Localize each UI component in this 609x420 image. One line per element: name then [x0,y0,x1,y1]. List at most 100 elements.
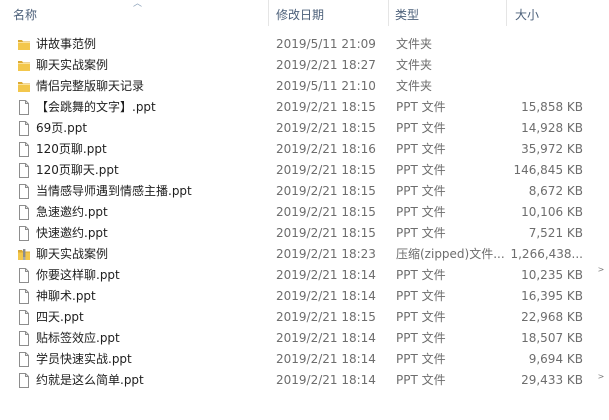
file-date: 2019/5/11 21:10 [276,79,376,93]
file-date: 2019/2/21 18:27 [276,58,376,72]
file-size: 10,235 KB [521,268,583,282]
file-type: 文件夹 [396,58,433,72]
document-icon [17,268,31,283]
document-icon [17,373,31,388]
document-icon [17,331,31,346]
file-row[interactable]: 120页聊天.ppt 2019/2/21 18:15 PPT 文件 146,84… [0,160,609,181]
file-size [506,55,583,76]
column-header-bar: 名称 ︿ 修改日期 类型 大小 [0,0,609,26]
file-type: PPT 文件 [396,121,446,135]
file-row[interactable]: 120页聊.ppt 2019/2/21 18:16 PPT 文件 35,972 … [0,139,609,160]
file-date: 2019/2/21 18:14 [276,289,376,303]
file-type: 压缩(zipped)文件... [396,247,504,261]
file-name: 快速邀约.ppt [36,226,108,240]
file-type: PPT 文件 [396,289,446,303]
file-row[interactable]: 四天.ppt 2019/2/21 18:15 PPT 文件 22,968 KB [0,307,609,328]
file-name: 急速邀约.ppt [36,205,108,219]
file-date: 2019/2/21 18:23 [276,247,376,261]
file-type: PPT 文件 [396,163,446,177]
file-size: 14,928 KB [521,121,583,135]
file-row[interactable]: 学员快速实战.ppt 2019/2/21 18:14 PPT 文件 9,694 … [0,349,609,370]
file-type: PPT 文件 [396,226,446,240]
file-row[interactable]: 【会跳舞的文字】.ppt 2019/2/21 18:15 PPT 文件 15,8… [0,97,609,118]
sort-ascending-icon: ︿ [133,0,143,9]
file-name: 四天.ppt [36,310,84,324]
file-row[interactable]: 约就是这么简单.ppt 2019/2/21 18:14 PPT 文件 29,43… [0,370,609,391]
file-date: 2019/2/21 18:15 [276,184,376,198]
document-icon [17,142,31,157]
folder-icon [17,37,31,52]
file-size: 1,266,438... [510,247,583,261]
file-type: PPT 文件 [396,310,446,324]
file-type: PPT 文件 [396,268,446,282]
file-type: 文件夹 [396,79,433,93]
file-row[interactable]: 聊天实战案例 2019/2/21 18:27 文件夹 [0,55,609,76]
file-date: 2019/2/21 18:14 [276,331,376,345]
file-date: 2019/2/21 18:15 [276,163,376,177]
file-size: 15,858 KB [521,100,583,114]
file-date: 2019/2/21 18:15 [276,100,376,114]
file-date: 2019/2/21 18:15 [276,205,376,219]
file-row[interactable]: 69页.ppt 2019/2/21 18:15 PPT 文件 14,928 KB [0,118,609,139]
file-name: 神聊术.ppt [36,289,96,303]
file-date: 2019/2/21 18:14 [276,268,376,282]
file-date: 2019/2/21 18:15 [276,310,376,324]
document-icon [17,310,31,325]
file-row[interactable]: 贴标签效应.ppt 2019/2/21 18:14 PPT 文件 18,507 … [0,328,609,349]
file-type: PPT 文件 [396,331,446,345]
file-size: 29,433 KB [521,373,583,387]
file-size: 7,521 KB [528,226,583,240]
document-icon [17,100,31,115]
file-name: 情侣完整版聊天记录 [36,79,145,93]
file-type: 文件夹 [396,37,433,51]
file-name: 学员快速实战.ppt [36,352,132,366]
file-size: 22,968 KB [521,310,583,324]
file-size [506,76,583,97]
file-row[interactable]: 讲故事范例 2019/5/11 21:09 文件夹 [0,34,609,55]
file-size [506,34,583,55]
file-name: 你要这样聊.ppt [36,268,120,282]
folder-icon [17,79,31,94]
file-name: 120页聊天.ppt [36,163,119,177]
file-row[interactable]: 神聊术.ppt 2019/2/21 18:14 PPT 文件 16,395 KB [0,286,609,307]
file-type: PPT 文件 [396,205,446,219]
file-row[interactable]: 急速邀约.ppt 2019/2/21 18:15 PPT 文件 10,106 K… [0,202,609,223]
file-row[interactable]: 快速邀约.ppt 2019/2/21 18:15 PPT 文件 7,521 KB [0,223,609,244]
file-date: 2019/5/11 21:09 [276,37,376,51]
file-date: 2019/2/21 18:14 [276,373,376,387]
folder-icon [17,58,31,73]
column-header-type[interactable]: 类型 [388,0,506,26]
file-name: 120页聊.ppt [36,142,107,156]
document-icon [17,163,31,178]
document-icon [17,289,31,304]
file-date: 2019/2/21 18:15 [276,226,376,240]
file-row[interactable]: 聊天实战案例 2019/2/21 18:23 压缩(zipped)文件... 1… [0,244,609,265]
file-row[interactable]: 当情感导师遇到情感主播.ppt 2019/2/21 18:15 PPT 文件 8… [0,181,609,202]
file-type: PPT 文件 [396,352,446,366]
file-date: 2019/2/21 18:14 [276,352,376,366]
column-header-date[interactable]: 修改日期 [268,0,388,26]
column-header-size[interactable]: 大小 [506,0,609,26]
file-size: 35,972 KB [521,142,583,156]
file-name: 贴标签效应.ppt [36,331,120,345]
document-icon [17,121,31,136]
file-type: PPT 文件 [396,142,446,156]
file-row[interactable]: 你要这样聊.ppt 2019/2/21 18:14 PPT 文件 10,235 … [0,265,609,286]
file-row[interactable]: 情侣完整版聊天记录 2019/5/11 21:10 文件夹 [0,76,609,97]
file-type: PPT 文件 [396,373,446,387]
file-size: 10,106 KB [521,205,583,219]
file-size: 146,845 KB [513,163,583,177]
file-date: 2019/2/21 18:15 [276,121,376,135]
file-date: 2019/2/21 18:16 [276,142,376,156]
file-size: 16,395 KB [521,289,583,303]
document-icon [17,226,31,241]
file-name: 聊天实战案例 [36,58,109,72]
file-name: 约就是这么简单.ppt [36,373,144,387]
file-name: 【会跳舞的文字】.ppt [36,100,156,114]
file-size: 18,507 KB [521,331,583,345]
file-name: 讲故事范例 [36,37,97,51]
document-icon [17,184,31,199]
file-type: PPT 文件 [396,100,446,114]
file-size: 8,672 KB [528,184,583,198]
document-icon [17,352,31,367]
